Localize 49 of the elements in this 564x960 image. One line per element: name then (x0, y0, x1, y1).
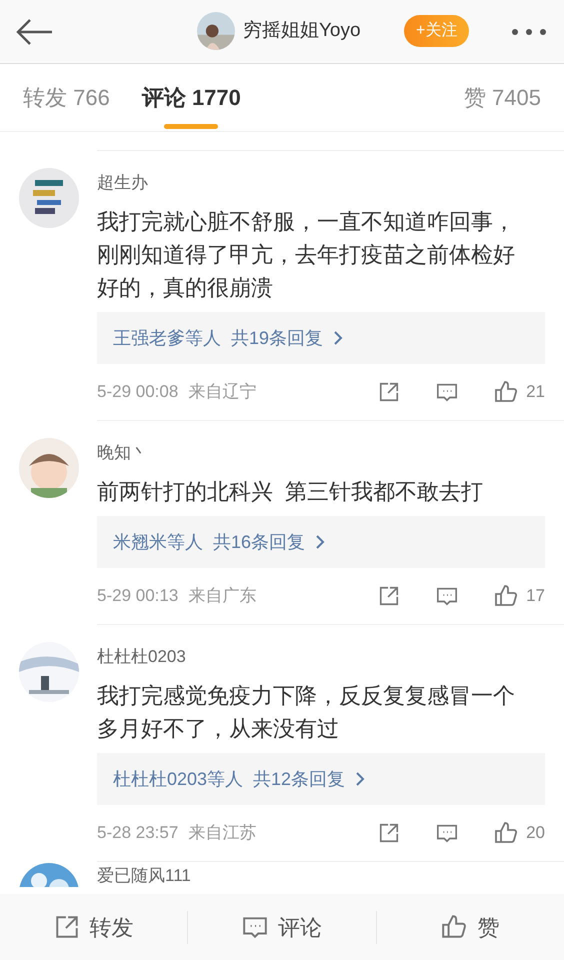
tab[interactable]: 转发 766 (23, 64, 110, 131)
user-name[interactable]: 晚知丶 (97, 441, 148, 465)
replies-link[interactable]: 王强老爹等人 共19条回复 (97, 312, 545, 364)
chevron-icon (333, 330, 344, 346)
chevron-icon (315, 534, 326, 550)
replies-link[interactable]: 杜杜杜0203等人 共12条回复 (97, 753, 545, 805)
like-icon[interactable] (494, 584, 518, 608)
replier-names: 王强老爹等人 (113, 326, 221, 350)
reply-count: 共19条回复 (231, 326, 324, 350)
replier-names: 米翘米等人 (113, 530, 203, 554)
reply-count: 共16条回复 (213, 530, 306, 554)
user-name[interactable]: 杜杜杜0203 (97, 645, 186, 669)
reply-count: 共12条回复 (253, 768, 346, 790)
like-icon (441, 914, 468, 940)
tab[interactable]: 评论 1770 (142, 64, 241, 131)
share-icon (54, 914, 80, 940)
bottom-share-button[interactable]: 转发 (54, 910, 134, 944)
comment-location: 来自辽宁 (188, 381, 256, 404)
user-name[interactable]: 爱已随风111 (97, 866, 191, 886)
more-icon[interactable] (511, 28, 547, 36)
tab-indicator (164, 124, 218, 129)
like-count: 17 (526, 585, 545, 608)
share-icon[interactable] (378, 822, 400, 844)
replier-names: 杜杜杜0203等人 (113, 768, 244, 790)
like-count: 20 (526, 822, 545, 844)
like-icon[interactable] (494, 380, 518, 404)
share-icon[interactable] (378, 585, 400, 607)
bottom-like-button[interactable]: 赞 (441, 910, 500, 944)
chevron-icon (355, 771, 366, 787)
comment-time: 5-29 00:08 (97, 381, 178, 404)
comment-icon[interactable] (436, 585, 458, 607)
replies-link[interactable]: 米翘米等人 共16条回复 (97, 516, 545, 568)
comment-text: 前两针打的北科兴 第三针我都不敢去打 (97, 478, 484, 506)
comment-text: 我打完就心脏不舒服，一直不知道咋回事，刚刚知道得了甲亢，去年打疫苗之前体检好好的，真的很崩溃 (97, 208, 516, 302)
comment-time: 5-29 00:13 (97, 585, 178, 608)
comment-text: 我打完感觉免疫力下降，反反复复感冒一个多月好不了，从来没有过 (97, 682, 516, 743)
like-count: 21 (526, 381, 545, 404)
comment-icon[interactable] (436, 822, 458, 844)
author-name[interactable]: 穷摇姐姐Yoyo (243, 16, 361, 46)
comment-icon[interactable] (436, 381, 458, 403)
comment-time: 5-28 23:57 (97, 822, 178, 844)
back-icon[interactable] (16, 18, 54, 44)
bottom-comment-button[interactable]: 评论 (242, 910, 322, 944)
comment-location: 来自广东 (188, 585, 256, 608)
like-icon[interactable] (494, 821, 518, 845)
tab[interactable]: 赞 7405 (464, 64, 541, 131)
comment-location: 来自江苏 (188, 822, 256, 844)
share-icon[interactable] (378, 381, 400, 403)
user-name[interactable]: 超生办 (97, 171, 148, 195)
